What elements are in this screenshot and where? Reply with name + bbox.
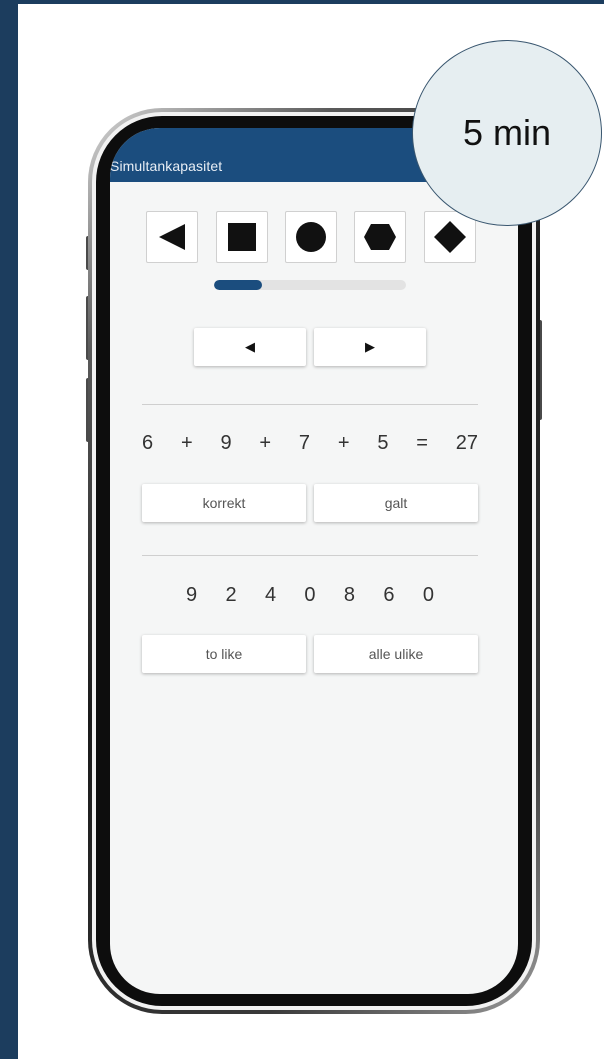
equation-task: 6 +9 +7 +5 = 27: [142, 428, 478, 458]
progress-fill: [214, 280, 262, 290]
digit: 8: [343, 583, 355, 606]
divider: [142, 555, 478, 556]
digit: 0: [304, 583, 316, 606]
two-same-button[interactable]: to like: [142, 635, 306, 673]
digit: 0: [422, 583, 434, 606]
equation-term: 6: [142, 431, 154, 454]
hexagon-icon: [364, 224, 396, 250]
digit: 6: [383, 583, 395, 606]
equation-term: =: [416, 431, 428, 454]
progress-bar: [214, 280, 406, 290]
shape-button-square[interactable]: [216, 211, 268, 263]
triangle-left-icon: [159, 224, 185, 250]
next-button[interactable]: ▶: [314, 328, 426, 366]
equation-term: +: [337, 431, 350, 454]
digit: 4: [264, 583, 277, 606]
circle-icon: [296, 222, 326, 252]
arrow-right-icon: ▶: [365, 339, 375, 354]
equation-term: 7: [298, 431, 310, 454]
digit: 9: [186, 583, 198, 606]
previous-button[interactable]: ◀: [194, 328, 306, 366]
digit: 2: [225, 583, 237, 606]
top-frame-bar: [0, 0, 604, 4]
shape-button-diamond[interactable]: [424, 211, 476, 263]
all-different-button[interactable]: alle ulike: [314, 635, 478, 673]
left-frame-bar: [0, 0, 18, 1059]
divider: [142, 404, 478, 405]
shape-button-circle[interactable]: [285, 211, 337, 263]
digit-sequence-task: 9 2 4 0 8 6 0: [186, 580, 434, 610]
equation-term: 27: [455, 431, 478, 454]
diamond-icon: [434, 221, 466, 253]
square-icon: [228, 223, 256, 251]
timer-label: 5 min: [462, 112, 552, 153]
equation-term: +: [180, 431, 193, 454]
equation-term: +: [259, 431, 272, 454]
shape-button-triangle[interactable]: [146, 211, 198, 263]
arrow-left-icon: ◀: [245, 339, 255, 354]
timer-badge: 5 min: [412, 40, 602, 226]
app-title: Simultankapasitet: [110, 158, 223, 174]
phone-screen: Simultankapasitet ◀ ▶ 6 + 9 + 7 + 5 = 27…: [110, 128, 518, 994]
equation-term: 5: [377, 431, 389, 454]
wrong-button[interactable]: galt: [314, 484, 478, 522]
shape-button-hexagon[interactable]: [354, 211, 406, 263]
shape-choice-row: [146, 211, 476, 263]
correct-button[interactable]: korrekt: [142, 484, 306, 522]
phone-frame: Simultankapasitet ◀ ▶ 6 + 9 + 7 + 5 = 27…: [88, 108, 540, 1014]
equation-term: 9: [220, 431, 232, 454]
